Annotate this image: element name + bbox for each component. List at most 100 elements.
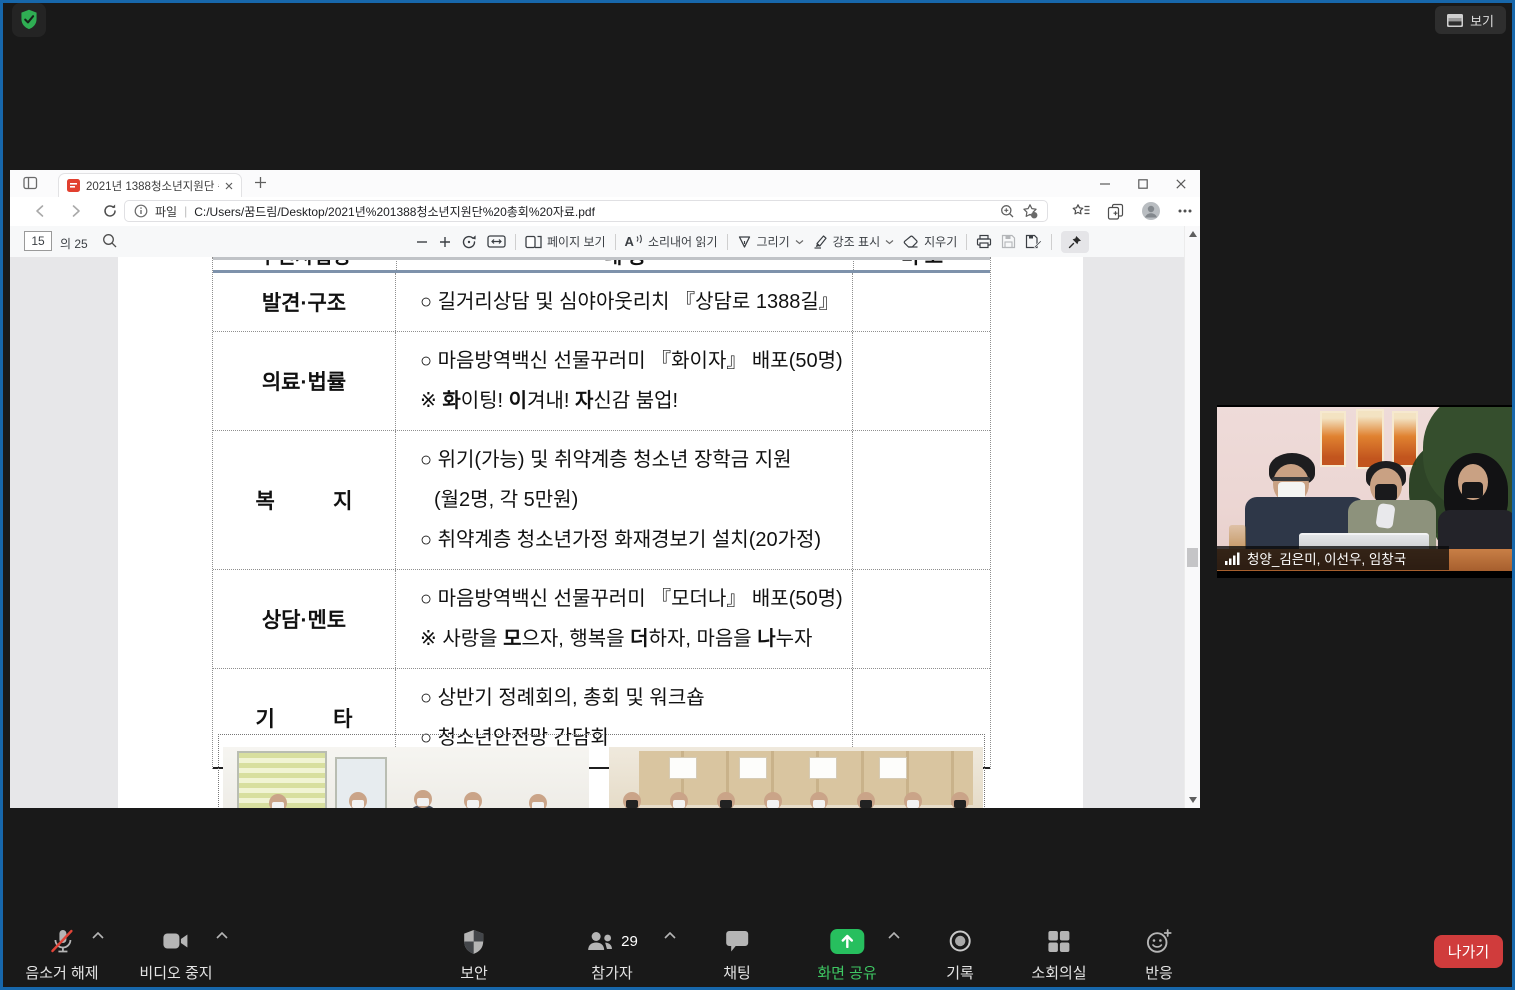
connection-signal-icon	[1225, 552, 1240, 565]
shield-check-icon	[18, 8, 40, 32]
table-note-cell	[853, 332, 990, 430]
unmute-label: 음소거 해제	[25, 962, 98, 983]
video-options-chevron[interactable]	[216, 932, 228, 939]
meeting-security-shield-button[interactable]	[12, 3, 46, 37]
pdf-save-as-icon[interactable]	[1025, 234, 1042, 249]
participant-video-thumbnail[interactable]: 청양_김은미, 이선우, 임창국	[1217, 405, 1515, 578]
audio-options-chevron[interactable]	[92, 932, 104, 939]
reactions-button[interactable]: 반응	[1145, 928, 1173, 983]
table-category-cell: 의료·법률	[213, 332, 396, 430]
toolbar-separator	[727, 234, 728, 250]
refresh-icon[interactable]	[102, 203, 118, 219]
collections-icon[interactable]	[1107, 203, 1124, 220]
stop-video-button[interactable]: 비디오 중지	[139, 928, 212, 983]
table-content-line: ○ 위기(가능) 및 취약계층 청소년 장학금 지원	[420, 440, 848, 480]
favorites-star-icon[interactable]	[1022, 203, 1038, 219]
share-options-chevron[interactable]	[888, 932, 900, 939]
table-category-cell: 발견·구조	[213, 273, 396, 331]
pdf-page-view-button[interactable]: 페이지 보기	[525, 233, 606, 250]
participants-button[interactable]: 29 참가자	[586, 928, 638, 983]
breakout-rooms-button[interactable]: 소회의실	[1031, 928, 1086, 983]
window-controls	[1086, 170, 1200, 197]
url-text: C:/Users/꿈드림/Desktop/2021년%201388청소년지원단%…	[194, 203, 993, 220]
participants-icon	[586, 930, 616, 952]
more-menu-icon[interactable]	[1178, 209, 1192, 213]
table-note-cell	[853, 570, 990, 668]
breakout-rooms-icon	[1047, 928, 1070, 954]
pdf-read-aloud-button[interactable]: A 소리내어 읽기	[625, 233, 718, 250]
reactions-label: 반응	[1145, 962, 1173, 983]
toolbar-separator	[1051, 234, 1052, 250]
security-label: 보안	[460, 962, 488, 983]
pdf-zoom-out-icon[interactable]	[415, 235, 429, 249]
table-header-cell: 내 용	[396, 257, 853, 270]
security-button[interactable]: 보안	[460, 928, 488, 983]
minimize-button[interactable]	[1086, 170, 1124, 197]
profile-avatar-icon[interactable]	[1141, 201, 1161, 221]
pdf-print-icon[interactable]	[976, 234, 992, 249]
favorites-bar-icon[interactable]	[1072, 203, 1090, 219]
pdf-save-icon[interactable]	[1001, 234, 1016, 249]
back-icon[interactable]	[32, 203, 48, 219]
breakout-rooms-label: 소회의실	[1031, 962, 1086, 983]
pdf-activity-table: 추진사업명내 용비 고 발견·구조○ 길거리상담 및 심야아웃리치 『상담로 1…	[212, 257, 991, 769]
pdf-erase-label: 지우기	[924, 233, 957, 250]
scrollbar-up-icon[interactable]	[1189, 231, 1197, 237]
tab-close-icon[interactable]	[225, 182, 233, 190]
pdf-search-icon[interactable]	[102, 233, 118, 249]
unmute-button[interactable]: 음소거 해제	[25, 928, 98, 983]
maximize-button[interactable]	[1124, 170, 1162, 197]
participant-name-label: 청양_김은미, 이선우, 임창국	[1217, 546, 1449, 570]
browser-window: 2021년 1388청소년지원단 총회 파일 |	[10, 170, 1200, 808]
participants-label: 참가자	[591, 962, 632, 983]
address-url-field[interactable]: 파일 | C:/Users/꿈드림/Desktop/2021년%201388청소…	[124, 200, 1048, 222]
page-info-icon[interactable]	[134, 204, 148, 218]
wall-art-frame	[1356, 409, 1384, 469]
new-tab-button[interactable]	[254, 176, 267, 189]
view-button-label: 보기	[1470, 11, 1494, 30]
box-label	[809, 757, 837, 779]
tab-actions-icon[interactable]	[23, 176, 38, 190]
people-row	[223, 787, 589, 808]
group-photo-left	[223, 747, 589, 808]
pdf-scrollbar[interactable]	[1184, 226, 1200, 808]
pdf-draw-button[interactable]: 그리기	[737, 233, 804, 250]
record-button[interactable]: 기록	[946, 928, 974, 983]
video-camera-icon	[162, 928, 189, 954]
tab-title: 2021년 1388청소년지원단 총회	[86, 178, 219, 194]
pdf-fit-width-icon[interactable]	[487, 234, 506, 249]
people-row	[609, 787, 983, 808]
close-button[interactable]	[1162, 170, 1200, 197]
pdf-draw-label: 그리기	[757, 233, 790, 250]
table-header-cell: 추진사업명	[213, 257, 396, 270]
share-screen-icon	[830, 928, 864, 954]
table-row: 발견·구조 ○ 길거리상담 및 심야아웃리치 『상담로 1388길』	[213, 273, 990, 332]
table-content-line: ○ 상반기 정례회의, 총회 및 워크숍	[420, 678, 848, 718]
pdf-rotate-icon[interactable]	[461, 234, 478, 250]
table-note-cell	[853, 273, 990, 331]
zoom-meeting-toolbar: 음소거 해제 비디오 중지 보안 29 참가자	[0, 908, 1515, 985]
pdf-pin-toolbar-button[interactable]	[1061, 231, 1089, 253]
pdf-highlight-button[interactable]: 강조 표시	[813, 233, 895, 250]
forward-icon[interactable]	[68, 203, 84, 219]
table-content-line: (월2명, 각 5만원)	[420, 480, 848, 520]
share-screen-button[interactable]: 화면 공유	[817, 928, 876, 983]
pdf-zoom-in-icon[interactable]	[438, 235, 452, 249]
participants-options-chevron[interactable]	[664, 932, 676, 939]
scrollbar-thumb[interactable]	[1187, 548, 1198, 567]
pdf-page-input[interactable]: 15	[24, 231, 52, 251]
view-button[interactable]: 보기	[1435, 6, 1506, 34]
pdf-erase-button[interactable]: 지우기	[903, 233, 957, 250]
browser-address-bar: 파일 | C:/Users/꿈드림/Desktop/2021년%201388청소…	[10, 197, 1200, 226]
browser-tab[interactable]: 2021년 1388청소년지원단 총회	[58, 173, 242, 197]
table-row: 의료·법률○ 마음방역백신 선물꾸러미 『화이자』 배포(50명)※ 화이팅! …	[213, 332, 990, 431]
scrollbar-down-icon[interactable]	[1189, 797, 1197, 803]
zoom-page-icon[interactable]	[1000, 204, 1015, 219]
participants-count: 29	[621, 933, 638, 950]
address-divider: |	[184, 204, 187, 218]
table-content-line: ○ 길거리상담 및 심야아웃리치 『상담로 1388길』	[420, 282, 848, 322]
table-content-cell: ○ 위기(가능) 및 취약계층 청소년 장학금 지원(월2명, 각 5만원)○ …	[396, 431, 853, 569]
leave-meeting-button[interactable]: 나가기	[1434, 935, 1503, 968]
table-note-cell	[853, 431, 990, 569]
chat-button[interactable]: 채팅	[723, 928, 751, 983]
